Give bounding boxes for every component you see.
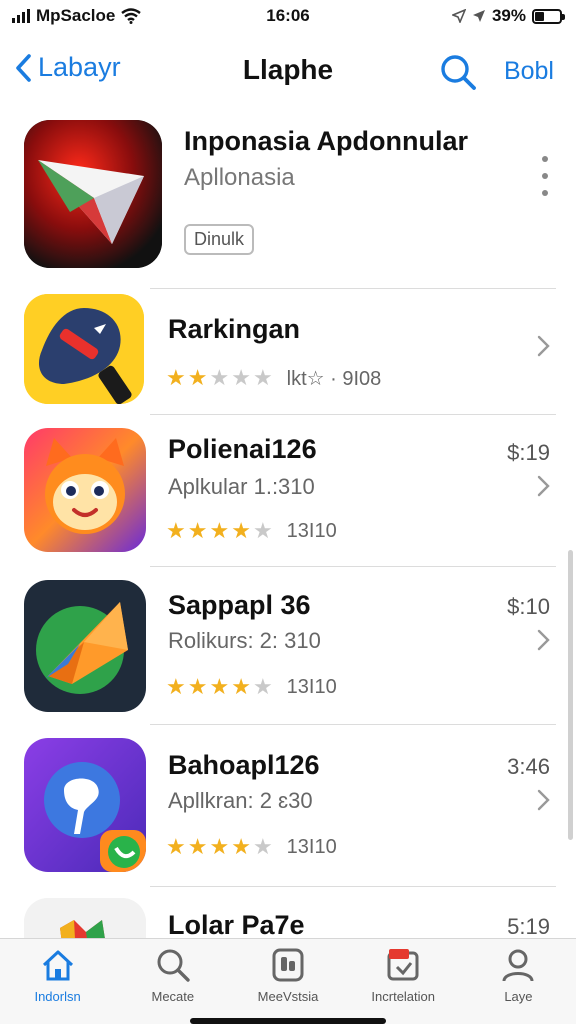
- star-icon: ★: [252, 518, 273, 544]
- featured-app[interactable]: Inponasia Apdonnular Apllonasia Dinulk: [0, 112, 576, 288]
- star-icon: ★: [166, 834, 186, 860]
- tab-label: Incrtelation: [371, 989, 435, 1004]
- tab-bar: Indorlsn Mecate MeeVstsia Incrtelation L…: [0, 938, 576, 1024]
- rating-count: 13I10: [286, 676, 337, 698]
- tab-home[interactable]: Indorlsn: [0, 939, 115, 1024]
- divider: [150, 886, 556, 887]
- star-icon: ★: [252, 674, 273, 700]
- app-price: $:19: [507, 440, 550, 465]
- chevron-right-icon: [537, 789, 550, 811]
- star-icon: ★: [231, 674, 251, 700]
- featured-app-title: Inponasia Apdonnular: [184, 126, 469, 156]
- status-right: 39%: [451, 6, 565, 26]
- updates-icon: [387, 949, 419, 981]
- divider: [150, 288, 556, 289]
- tab-label: MeeVstsia: [257, 989, 319, 1004]
- tab-profile[interactable]: Laye: [461, 939, 576, 1024]
- app-row[interactable]: Lolar Pa7e 5:19: [0, 888, 576, 938]
- app-price: 3:46: [507, 754, 550, 779]
- rating-count: 13I10: [286, 520, 337, 542]
- scrollbar[interactable]: [568, 550, 573, 840]
- rating-count: 13I10: [286, 836, 337, 858]
- location-icon: [451, 9, 466, 23]
- app-subtitle: Aplkular 1.:310: [168, 474, 315, 499]
- status-bar: MpSacloe 16:06 39%: [0, 0, 576, 34]
- tab-apps[interactable]: MeeVstsia: [230, 939, 345, 1024]
- app-subtitle: Rolikurs: 2: 310: [168, 628, 321, 653]
- star-icon: ★: [252, 834, 273, 860]
- featured-app-subtitle: Apllonasia: [184, 164, 295, 191]
- app-row[interactable]: Bahoapl126 Apllkran: 2 ɛ30 3:46 ★ ★ ★ ★ ★ 13I…: [0, 726, 576, 886]
- star-icon: ★: [187, 518, 208, 544]
- chevron-right-icon: [537, 335, 550, 357]
- tab-search[interactable]: Mecate: [115, 939, 230, 1024]
- star-icon: ★: [209, 674, 230, 700]
- app-title: Rarkingan: [168, 314, 301, 344]
- rating-count: lkt☆ · 9I08: [286, 368, 382, 390]
- tab-updates[interactable]: Incrtelation: [346, 939, 461, 1024]
- app-subtitle: Apllkran: 2 ɛ30: [168, 788, 313, 813]
- back-button[interactable]: Labayr: [14, 52, 121, 83]
- tab-label: Laye: [504, 989, 533, 1004]
- app-row[interactable]: Rarkingan ★ ★ ★ ★ ★ lkt☆ · 9I08: [0, 290, 576, 414]
- app-rating: ★ ★ ★ ★ ★ 13I10: [166, 520, 337, 543]
- apps-icon: [272, 948, 304, 982]
- app-title: Sappapl 36: [168, 590, 311, 620]
- search-icon[interactable]: [438, 52, 478, 92]
- star-icon: ★: [231, 518, 251, 544]
- back-label: Labayr: [38, 52, 121, 82]
- home-icon: [42, 950, 73, 981]
- kite-icon: [24, 580, 146, 712]
- star-icon: ★: [166, 518, 186, 544]
- app-title: Bahoapl126: [168, 750, 320, 780]
- app-price: 5:19: [507, 914, 550, 938]
- featured-app-badge[interactable]: Dinulk: [184, 224, 255, 255]
- cat-face-icon: [24, 428, 146, 552]
- star-icon: ★: [209, 518, 230, 544]
- app-title: Lolar Pa7e: [168, 910, 305, 938]
- app-rating: ★ ★ ★ ★ ★ 13I10: [166, 836, 337, 859]
- star-icon: ★: [166, 365, 186, 391]
- star-icon: ★: [231, 834, 251, 860]
- tab-label: Indorlsn: [34, 989, 81, 1004]
- divider: [150, 414, 556, 415]
- app-title: Polienai126: [168, 434, 317, 464]
- more-options-icon[interactable]: [534, 156, 556, 196]
- app-row[interactable]: Polienai126 Aplkular 1.:310 $:19 ★ ★ ★ ★ ★ 13…: [0, 416, 576, 566]
- star-icon: ★: [187, 834, 208, 860]
- star-icon: ★: [209, 834, 230, 860]
- app-rating: ★ ★ ★ ★ ★ 13I10: [166, 676, 337, 699]
- home-indicator: [190, 1018, 386, 1024]
- nav-right-button[interactable]: Bobl: [504, 57, 554, 86]
- chevron-left-icon: [16, 53, 31, 82]
- chevron-right-icon: [537, 475, 550, 497]
- star-icon: ★: [187, 365, 208, 391]
- profile-icon: [502, 949, 534, 982]
- battery-icon: [532, 8, 565, 24]
- star-icon: ★: [187, 674, 208, 700]
- app-rating: ★ ★ ★ ★ ★ lkt☆ · 9I08: [166, 366, 381, 391]
- star-icon: ★: [166, 674, 186, 700]
- map-pin-icon: [24, 294, 144, 404]
- star-icon: ★: [252, 365, 273, 391]
- flag-icon: [24, 898, 146, 938]
- star-icon: ★: [231, 365, 251, 391]
- app-row[interactable]: Sappapl 36 Rolikurs: 2: 310 $:10 ★ ★ ★ ★ ★ 13…: [0, 568, 576, 724]
- location-arrow-icon: [472, 10, 485, 22]
- chevron-right-icon: [537, 629, 550, 651]
- divider: [150, 566, 556, 567]
- app-price: $:10: [507, 594, 550, 619]
- nav-bar: Labayr Llaphe Bobl: [0, 40, 576, 104]
- tab-label: Mecate: [151, 989, 195, 1004]
- battery-percent: 39%: [491, 6, 526, 25]
- chat-bubble-icon: [24, 738, 146, 872]
- featured-app-icon: [24, 120, 162, 268]
- search-icon: [157, 949, 190, 982]
- divider: [150, 724, 556, 725]
- star-icon: ★: [209, 365, 230, 391]
